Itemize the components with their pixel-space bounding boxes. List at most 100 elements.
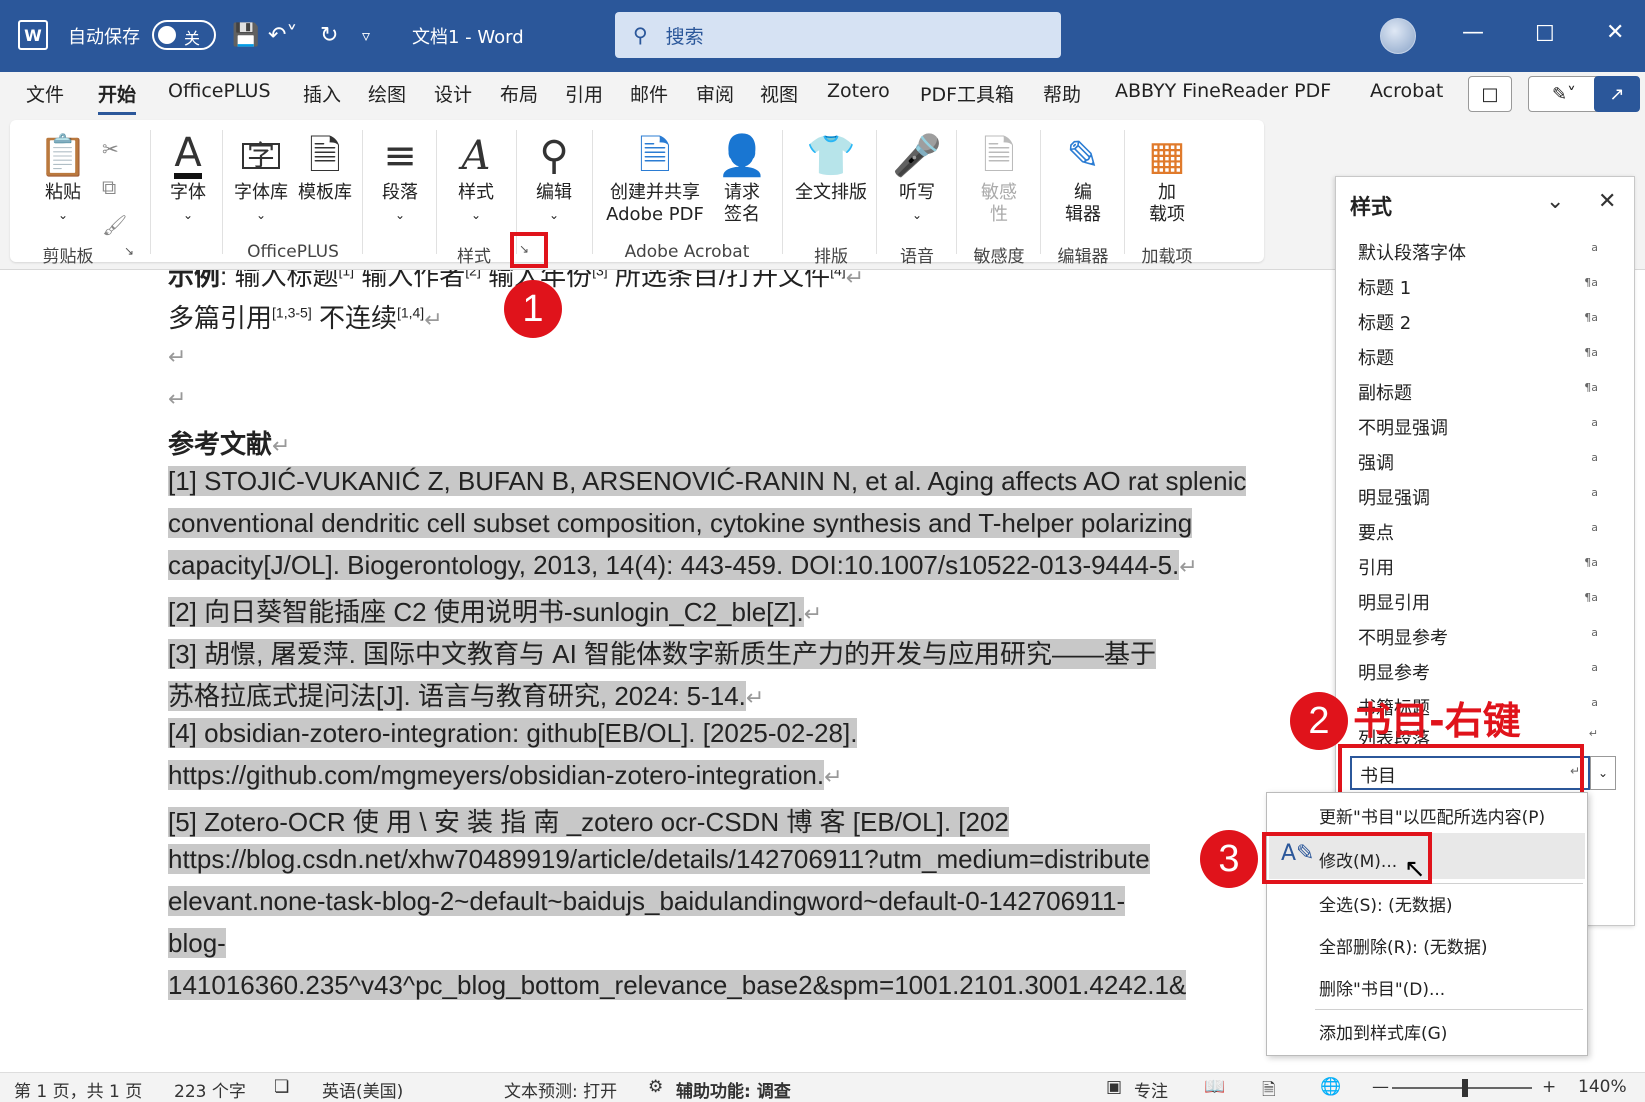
template-library-button[interactable]: 🗎 模板库 (294, 130, 356, 204)
style-item[interactable]: 默认段落字体 a (1358, 239, 1598, 265)
style-dropdown-chevron-icon[interactable]: ⌄ (1590, 756, 1616, 790)
document-area[interactable]: 示例: 输入标题[1] 输入作者[2] 输入年份[3] 所选条目/打开文件[4]… (0, 270, 1334, 1048)
style-item[interactable]: 明显强调 a (1358, 484, 1598, 510)
paste-button[interactable]: 📋 粘贴 ⌄ (38, 130, 88, 226)
tab-abbyy[interactable]: ABBYY FineReader PDF (1115, 80, 1331, 102)
chevron-down-icon[interactable]: ⌄ (1546, 189, 1564, 214)
style-item[interactable]: 副标题 ¶a (1358, 379, 1598, 405)
group-officeplus: OfficePLUS (247, 242, 339, 262)
page-count[interactable]: 第 1 页，共 1 页 (14, 1077, 142, 1102)
zoom-slider-thumb[interactable] (1462, 1079, 1468, 1097)
tab-officeplus[interactable]: OfficePLUS (168, 80, 271, 102)
style-item[interactable]: 不明显强调 a (1358, 414, 1598, 440)
step-3-marker: 3 (1200, 830, 1258, 888)
proofing-icon[interactable]: ❏ (274, 1077, 289, 1097)
tab-review[interactable]: 审阅 (696, 80, 734, 107)
tab-design[interactable]: 设计 (434, 80, 472, 107)
text-prediction[interactable]: 文本预测: 打开 (504, 1077, 617, 1102)
menu-item-add-to-gallery[interactable]: 添加到样式库(G) (1319, 1019, 1447, 1044)
zoom-out-icon[interactable]: — (1372, 1077, 1389, 1097)
web-layout-icon[interactable]: 🌐 (1320, 1077, 1341, 1097)
style-item[interactable]: 强调 a (1358, 449, 1598, 475)
editor-button[interactable]: ✎ 编 辑器 (1048, 130, 1118, 226)
reference-line: elevant.none-task-blog-2~default~baidujs… (168, 886, 1126, 916)
read-mode-icon[interactable]: 📖 (1204, 1077, 1225, 1097)
menu-item-select-all[interactable]: 全选(S): (无数据) (1319, 891, 1452, 916)
style-item[interactable]: 要点 a (1358, 519, 1598, 545)
paragraph-button[interactable]: ≡ 段落 ⌄ (370, 130, 430, 226)
style-item[interactable]: 明显参考 a (1358, 659, 1598, 685)
request-signature-button[interactable]: 👤 请求 签名 (712, 130, 772, 226)
close-icon[interactable]: ✕ (1606, 20, 1624, 45)
search-box[interactable]: ⚲ 搜索 (615, 12, 1061, 58)
reference-line: conventional dendritic cell subset compo… (168, 508, 1193, 538)
clipboard-small-icons: ✂ ⧉ 🖌 (102, 130, 127, 244)
tab-mailings[interactable]: 邮件 (630, 80, 668, 107)
copy-icon[interactable]: ⧉ (102, 168, 127, 206)
group-addins: 加载项 (1141, 247, 1193, 267)
tab-pdf-toolbox[interactable]: PDF工具箱 (920, 80, 1014, 107)
style-item[interactable]: 标题 ¶a (1358, 344, 1598, 370)
menu-item-delete-all[interactable]: 全部删除(R): (无数据) (1319, 933, 1487, 958)
tab-draw[interactable]: 绘图 (368, 80, 406, 107)
separator (956, 130, 957, 254)
share-icon[interactable]: ↗ (1594, 76, 1640, 112)
paragraph-label: 段落 (382, 182, 418, 203)
addins-button[interactable]: ▦ 加 载项 (1132, 130, 1202, 226)
styles-button[interactable]: A 样式 ⌄ (446, 130, 506, 226)
separator (150, 130, 151, 254)
minimize-icon[interactable]: — (1462, 20, 1484, 45)
font-library-button[interactable]: 字 字体库 ⌄ (230, 130, 292, 226)
tab-help[interactable]: 帮助 (1043, 80, 1081, 107)
chevron-down-icon: ⌄ (182, 208, 194, 222)
sensitivity-button[interactable]: 🗎 敏感 性 (964, 130, 1034, 226)
dictate-button[interactable]: 🎤 听写 ⌄ (884, 130, 950, 226)
style-item[interactable]: 引用 ¶a (1358, 554, 1598, 580)
save-icon[interactable]: 💾 (232, 22, 259, 50)
style-item[interactable]: 不明显参考 a (1358, 624, 1598, 650)
tab-insert[interactable]: 插入 (303, 80, 341, 107)
user-avatar[interactable] (1380, 18, 1416, 54)
reference-line: [1] STOJIĆ-VUKANIĆ Z, BUFAN B, ARSENOVIĆ… (168, 466, 1247, 496)
style-item[interactable]: 标题 2 ¶a (1358, 309, 1598, 335)
mouse-cursor-icon: ↖ (1404, 854, 1426, 884)
zoom-in-icon[interactable]: + (1542, 1077, 1556, 1097)
word-count[interactable]: 223 个字 (174, 1077, 246, 1102)
tab-zotero[interactable]: Zotero (827, 80, 890, 102)
close-icon[interactable]: ✕ (1598, 189, 1616, 214)
tab-acrobat[interactable]: Acrobat (1370, 80, 1443, 102)
focus-mode[interactable]: 专注 (1134, 1077, 1168, 1102)
undo-icon[interactable]: ↶˅ (268, 22, 297, 50)
cut-icon[interactable]: ✂ (102, 130, 127, 168)
font-button[interactable]: A 字体 ⌄ (158, 130, 218, 226)
format-painter-icon[interactable]: 🖌 (102, 206, 127, 244)
language[interactable]: 英语(美国) (322, 1077, 403, 1102)
tab-view[interactable]: 视图 (760, 80, 798, 107)
full-layout-button[interactable]: 👕 全文排版 (790, 130, 872, 204)
word-logo-icon[interactable]: W (18, 20, 48, 50)
search-icon: ⚲ (633, 23, 648, 47)
tab-layout[interactable]: 布局 (500, 80, 538, 107)
accessibility-status[interactable]: 辅助功能: 调查 (676, 1077, 791, 1102)
clipboard-launcher-icon[interactable]: ↘ (124, 244, 134, 258)
style-item[interactable]: 明显引用 ¶a (1358, 589, 1598, 615)
maximize-icon[interactable]: ☐ (1535, 22, 1555, 47)
tab-file[interactable]: 文件 (26, 80, 64, 107)
edit-button[interactable]: ⚲ 编辑 ⌄ (524, 130, 584, 226)
editing-mode-icon[interactable]: ✎˅ (1528, 76, 1600, 112)
menu-item-update-style[interactable]: 更新"书目"以匹配所选内容(P) (1319, 803, 1545, 828)
tab-home[interactable]: 开始 (98, 80, 137, 115)
editor-label-1: 编 (1074, 182, 1092, 203)
tab-references[interactable]: 引用 (565, 80, 603, 107)
redo-icon[interactable]: ↻ (320, 22, 338, 50)
menu-item-delete-style[interactable]: 删除"书目"(D)... (1319, 975, 1445, 1000)
print-layout-icon[interactable]: 🗎 (1262, 1077, 1276, 1102)
autosave-toggle[interactable]: 关 (152, 20, 216, 50)
create-share-pdf-button[interactable]: 🗎 创建并共享 Adobe PDF (600, 130, 710, 226)
style-item[interactable]: 标题 1 ¶a (1358, 274, 1598, 300)
comments-icon[interactable]: □ (1468, 76, 1512, 112)
customize-qat-icon[interactable]: ▿ (362, 22, 370, 50)
editor-label-2: 辑器 (1065, 204, 1101, 225)
zoom-level[interactable]: 140% (1578, 1077, 1627, 1097)
create-pdf-icon: 🗎 (638, 133, 672, 179)
